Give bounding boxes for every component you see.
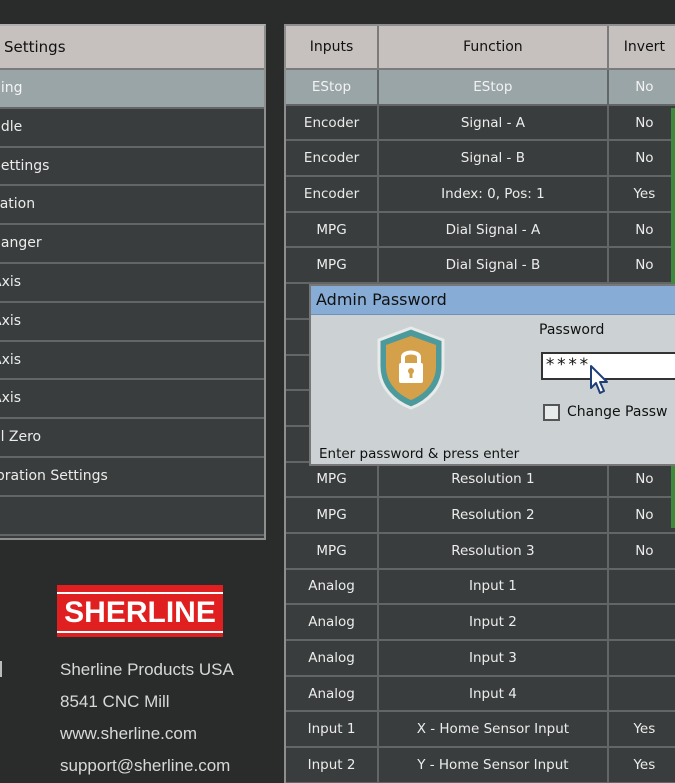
function-cell[interactable]: Input 3: [379, 641, 609, 675]
input-cell[interactable]: Analog: [286, 641, 380, 675]
table-row[interactable]: Analog Input 1: [286, 569, 675, 606]
settings-list-item[interactable]: Axis: [0, 263, 264, 303]
invert-cell[interactable]: Yes: [609, 748, 675, 782]
table-row[interactable]: MPG Dial Signal - B No: [286, 248, 675, 285]
invert-cell[interactable]: No: [609, 141, 675, 175]
invert-cell[interactable]: Yes: [609, 177, 675, 211]
change-password-checkbox[interactable]: [543, 404, 560, 421]
edge-mark: [0, 661, 2, 677]
invert-cell[interactable]: No: [609, 106, 675, 140]
input-cell[interactable]: Encoder: [286, 177, 380, 211]
settings-list-item[interactable]: Axis: [0, 341, 264, 381]
invert-cell[interactable]: No: [609, 213, 675, 247]
settings-list-item[interactable]: ol Zero: [0, 419, 264, 458]
function-cell[interactable]: Resolution 3: [379, 533, 609, 568]
company-name: Sherline Products USA: [60, 660, 234, 679]
settings-list-item[interactable]: [0, 496, 264, 536]
input-cell[interactable]: EStop: [286, 70, 380, 104]
table-header: Inputs Function Invert: [286, 26, 675, 70]
input-cell[interactable]: Analog: [286, 569, 380, 604]
column-header-invert[interactable]: Invert: [609, 26, 675, 68]
change-password-label: Change Passw: [567, 404, 668, 420]
input-cell[interactable]: Encoder: [286, 105, 380, 140]
invert-cell[interactable]: No: [609, 463, 675, 497]
invert-cell[interactable]: Yes: [609, 712, 675, 746]
input-cell[interactable]: Input 2: [286, 748, 380, 782]
function-cell[interactable]: Resolution 2: [379, 498, 609, 532]
invert-cell[interactable]: No: [609, 498, 675, 532]
mouse-cursor-icon: [590, 365, 608, 394]
function-cell[interactable]: Input 1: [379, 569, 609, 604]
table-row[interactable]: MPG Resolution 2 No: [286, 498, 675, 534]
input-cell[interactable]: MPG: [286, 533, 380, 568]
function-cell[interactable]: Y - Home Sensor Input: [379, 748, 609, 782]
function-cell[interactable]: Input 2: [379, 605, 609, 639]
table-row[interactable]: MPG Dial Signal - A No: [286, 212, 675, 249]
function-cell[interactable]: Dial Signal - A: [379, 212, 609, 247]
input-cell[interactable]: Analog: [286, 605, 380, 639]
support-email-link[interactable]: support@sherline.com: [60, 756, 230, 776]
table-row[interactable]: MPG Resolution 1 No: [286, 462, 675, 499]
settings-list-item[interactable]: Axis: [0, 380, 264, 420]
settings-list-item[interactable]: cation: [0, 186, 264, 226]
website-link[interactable]: www.sherline.com: [60, 724, 197, 744]
settings-list-item[interactable]: ndle: [0, 108, 264, 148]
input-cell[interactable]: MPG: [286, 498, 380, 532]
table-row[interactable]: Encoder Signal - A No: [286, 105, 675, 142]
function-cell[interactable]: Input 4: [379, 676, 609, 711]
password-label: Password: [539, 322, 605, 338]
function-cell[interactable]: Signal - B: [379, 141, 609, 176]
input-cell[interactable]: Analog: [286, 676, 380, 711]
function-cell[interactable]: Resolution 1: [379, 462, 609, 497]
invert-cell[interactable]: No: [609, 248, 675, 282]
table-row[interactable]: EStop EStop No: [286, 70, 675, 106]
settings-list-item[interactable]: Settings: [0, 147, 264, 187]
invert-cell[interactable]: [609, 641, 675, 675]
table-row[interactable]: Encoder Index: 0, Pos: 1 Yes: [286, 177, 675, 213]
settings-list-item[interactable]: hanger: [0, 225, 264, 264]
dialog-hint: Enter password & press enter: [319, 446, 520, 462]
lock-shield-icon: [377, 326, 445, 410]
table-row[interactable]: Input 2Y - Home Sensor Input Yes: [286, 748, 675, 783]
function-cell[interactable]: Dial Signal - B: [379, 248, 609, 283]
input-cell[interactable]: Encoder: [286, 141, 380, 176]
settings-list-item[interactable]: Axis: [0, 302, 264, 342]
table-row[interactable]: Analog Input 2: [286, 605, 675, 641]
invert-cell[interactable]: No: [609, 534, 675, 568]
table-row[interactable]: Analog Input 3: [286, 641, 675, 677]
table-row[interactable]: Encoder Signal - B No: [286, 141, 675, 178]
settings-list-panel: Settings hingndleSettingscationhangerAxi…: [0, 24, 266, 540]
invert-cell[interactable]: [609, 570, 675, 604]
settings-list-header: Settings: [0, 26, 264, 70]
function-cell[interactable]: X - Home Sensor Input: [379, 712, 609, 747]
sherline-logo: SHERLINE: [57, 585, 223, 637]
dialog-title[interactable]: Admin Password: [311, 286, 675, 315]
function-cell[interactable]: Signal - A: [379, 105, 609, 140]
function-cell[interactable]: Index: 0, Pos: 1: [379, 177, 609, 211]
input-cell[interactable]: Input 1: [286, 712, 380, 747]
table-row[interactable]: MPG Resolution 3 No: [286, 533, 675, 570]
table-row[interactable]: Input 1X - Home Sensor Input Yes: [286, 712, 675, 749]
input-cell[interactable]: MPG: [286, 462, 380, 497]
app-window: Settings hingndleSettingscationhangerAxi…: [0, 0, 675, 783]
admin-password-dialog: Admin Password Password **** Change Pass…: [309, 284, 675, 466]
machine-model: 8541 CNC Mill: [60, 692, 170, 711]
column-header-inputs[interactable]: Inputs: [286, 26, 380, 68]
settings-list-item[interactable]: ibration Settings: [0, 457, 264, 497]
invert-cell[interactable]: No: [609, 70, 675, 104]
input-cell[interactable]: MPG: [286, 212, 380, 247]
invert-cell[interactable]: [609, 677, 675, 711]
invert-cell[interactable]: [609, 605, 675, 639]
function-cell[interactable]: EStop: [379, 70, 609, 104]
column-header-function[interactable]: Function: [379, 26, 609, 68]
settings-list: hingndleSettingscationhangerAxisAxisAxis…: [0, 70, 264, 536]
table-row[interactable]: Analog Input 4: [286, 676, 675, 713]
input-cell[interactable]: MPG: [286, 248, 380, 283]
settings-list-item[interactable]: hing: [0, 70, 264, 109]
